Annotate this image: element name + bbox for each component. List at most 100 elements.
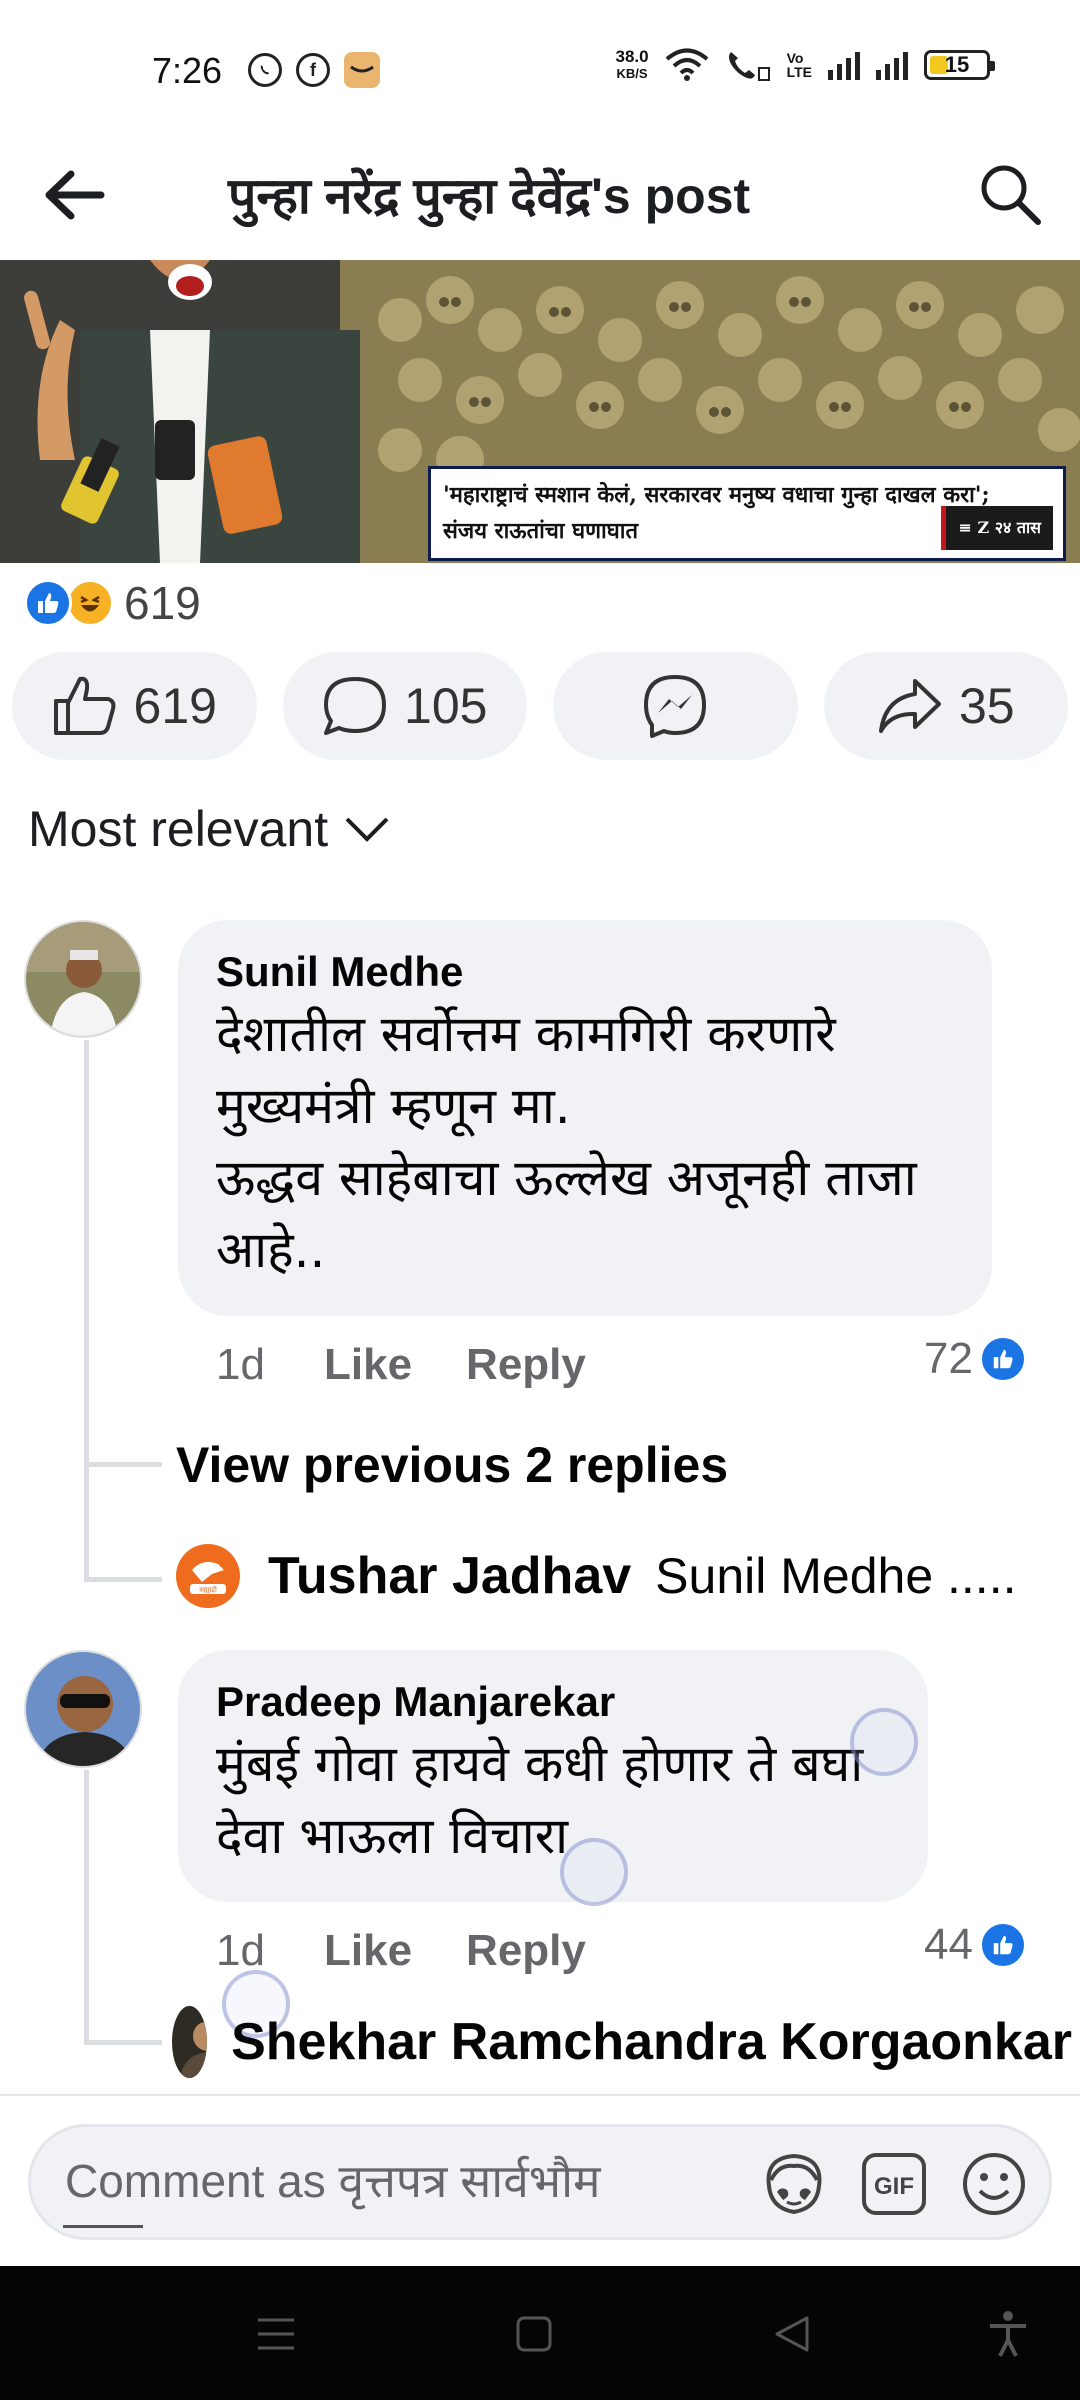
messenger-icon	[644, 675, 707, 738]
tushar-avatar-image: सह्याद्री	[172, 1540, 244, 1612]
avatar-logo-text: सह्याद्री	[199, 1585, 217, 1594]
like-count: 619	[133, 678, 217, 734]
gif-icon: GIF	[862, 2153, 926, 2215]
comment-reply-button[interactable]: Reply	[466, 1926, 586, 1976]
system-icons: 38.0 KB/S Vo LTE 15	[616, 48, 995, 82]
system-navigation-bar	[0, 2266, 1080, 2400]
comment-meta: 1d Like Reply	[216, 1926, 640, 1976]
signal-icon	[828, 50, 860, 80]
post-header: पुन्हा नरेंद्र पुन्हा देवेंद्र's post	[0, 130, 1080, 260]
comment-like-count[interactable]: 44	[924, 1920, 1027, 1970]
thread-line	[84, 1040, 89, 1580]
comment-author[interactable]: Pradeep Manjarekar	[216, 1678, 890, 1726]
reaction-count: 619	[124, 577, 201, 629]
comment-composer: Comment as वृत्तपत्र सार्वभौम GIF	[0, 2094, 1080, 2266]
back-arrow-icon	[45, 170, 105, 220]
comment-likes: 72	[924, 1334, 973, 1383]
comment-bubble[interactable]: Sunil Medhe देशातील सर्वोत्तम कामगिरी कर…	[178, 920, 992, 1316]
chevron-down-icon	[345, 817, 389, 842]
back-icon	[775, 2316, 809, 2352]
comment-like-button[interactable]: Like	[324, 1340, 412, 1390]
battery-nub	[990, 61, 995, 71]
status-bar: 7:26 f 38.0 KB/S Vo LTE 15	[0, 0, 1080, 130]
reply-preview[interactable]: सह्याद्री Tushar Jadhav Sunil Medhe ....…	[172, 1540, 1016, 1612]
news-channel-logo: ≡ Z २४ तास	[941, 506, 1053, 550]
reply-author[interactable]: Shekhar Ramchandra Korgaonkar	[231, 2012, 1072, 2072]
like-button[interactable]: 619	[12, 652, 257, 760]
comment-bubble[interactable]: Pradeep Manjarekar मुंबई गोवा हायवे कधी …	[178, 1650, 928, 1902]
volte-bottom: LTE	[786, 64, 812, 80]
page-title: पुन्हा नरेंद्र पुन्हा देवेंद्र's post	[228, 168, 751, 224]
comment-text-body: मुंबई गोवा हायवे कधी होणार ते बघा देवा भ…	[216, 1735, 864, 1865]
haha-reaction-icon	[66, 579, 114, 627]
emoji-icon	[963, 2153, 1025, 2215]
messenger-send-button[interactable]	[553, 652, 798, 760]
accessibility-button[interactable]	[980, 2306, 1036, 2362]
avatar[interactable]	[172, 2006, 208, 2078]
comment-count: 105	[404, 678, 488, 734]
search-button[interactable]	[970, 154, 1050, 234]
avatar[interactable]	[24, 1650, 142, 1768]
avatar[interactable]	[24, 920, 142, 1038]
shekhar-avatar-image	[172, 2006, 208, 2078]
reply-author[interactable]: Tushar Jadhav	[268, 1546, 631, 1606]
battery-level: 15	[944, 52, 970, 77]
reply-text: Sunil Medhe .....	[655, 1548, 1017, 1604]
recent-apps-button[interactable]	[248, 2306, 304, 2362]
comment-input[interactable]: Comment as वृत्तपत्र सार्वभौम GIF	[28, 2124, 1052, 2240]
comment-time: 1d	[216, 1926, 265, 1975]
wifi-icon	[665, 48, 708, 81]
comment-button[interactable]: 105	[282, 652, 527, 760]
reaction-summary[interactable]: 619	[24, 575, 201, 631]
avatar-sticker-icon	[766, 2153, 822, 2215]
view-previous-replies[interactable]: View previous 2 replies	[176, 1436, 728, 1494]
share-button[interactable]: 35	[823, 652, 1068, 760]
volte-indicator: Vo LTE	[787, 51, 812, 79]
net-speed: 38.0 KB/S	[616, 48, 649, 82]
gif-button[interactable]: GIF	[859, 2149, 929, 2219]
avatar[interactable]: सह्याद्री	[172, 1540, 244, 1612]
comment-placeholder: Comment as वृत्तपत्र सार्वभौम	[65, 2155, 601, 2207]
thumbs-up-icon	[53, 676, 115, 735]
search-icon	[981, 165, 1041, 225]
facebook-icon: f	[296, 53, 330, 87]
whatsapp-icon	[248, 53, 282, 87]
battery-icon: 15	[924, 50, 995, 80]
like-reaction-icon	[24, 579, 72, 627]
back-nav-button[interactable]	[764, 2306, 820, 2362]
avatar-sticker-button[interactable]	[759, 2149, 829, 2219]
comment-text: मुंबई गोवा हायवे कधी होणार ते बघा देवा भ…	[216, 1728, 890, 1872]
thread-branch	[84, 1462, 162, 1467]
home-button[interactable]	[506, 2306, 562, 2362]
comment-time: 1d	[216, 1340, 265, 1389]
reply-preview[interactable]: Shekhar Ramchandra Korgaonkar	[172, 2006, 1072, 2078]
composer-icons: GIF	[759, 2149, 1029, 2219]
share-icon	[878, 679, 941, 733]
like-reaction-icon	[978, 1921, 1027, 1969]
comment-like-count[interactable]: 72	[924, 1334, 1027, 1384]
comment-author[interactable]: Sunil Medhe	[216, 948, 954, 996]
comment-sort-dropdown[interactable]: Most relevant	[28, 800, 390, 858]
image-caption: 'महाराष्ट्राचं स्मशान केलं, सरकारवर मनुष…	[428, 466, 1066, 561]
net-speed-unit: KB/S	[616, 66, 648, 81]
comment-text: देशातील सर्वोत्तम कामगिरी करणारे मुख्यमं…	[216, 998, 954, 1286]
touch-indicator	[850, 1708, 918, 1776]
comment-meta: 1d Like Reply	[216, 1340, 640, 1390]
sunil-avatar-image	[26, 922, 140, 1036]
post-image[interactable]: 'महाराष्ट्राचं स्मशान केलं, सरकारवर मनुष…	[0, 260, 1080, 563]
signal-icon-2	[876, 50, 908, 80]
wifi-call-icon	[728, 52, 770, 81]
post-actions: 619 105 35	[12, 652, 1068, 760]
amazon-icon	[344, 52, 380, 88]
comment-like-button[interactable]: Like	[324, 1926, 412, 1976]
accessibility-icon	[990, 2311, 1026, 2357]
emoji-button[interactable]	[959, 2149, 1029, 2219]
home-icon	[516, 2316, 552, 2352]
text-cursor	[63, 2225, 143, 2228]
net-speed-value: 38.0	[615, 47, 649, 66]
back-button[interactable]	[40, 160, 110, 230]
gif-label: GIF	[874, 2173, 914, 2200]
touch-indicator	[560, 1838, 628, 1906]
comment-reply-button[interactable]: Reply	[466, 1340, 586, 1390]
share-count: 35	[958, 678, 1015, 734]
